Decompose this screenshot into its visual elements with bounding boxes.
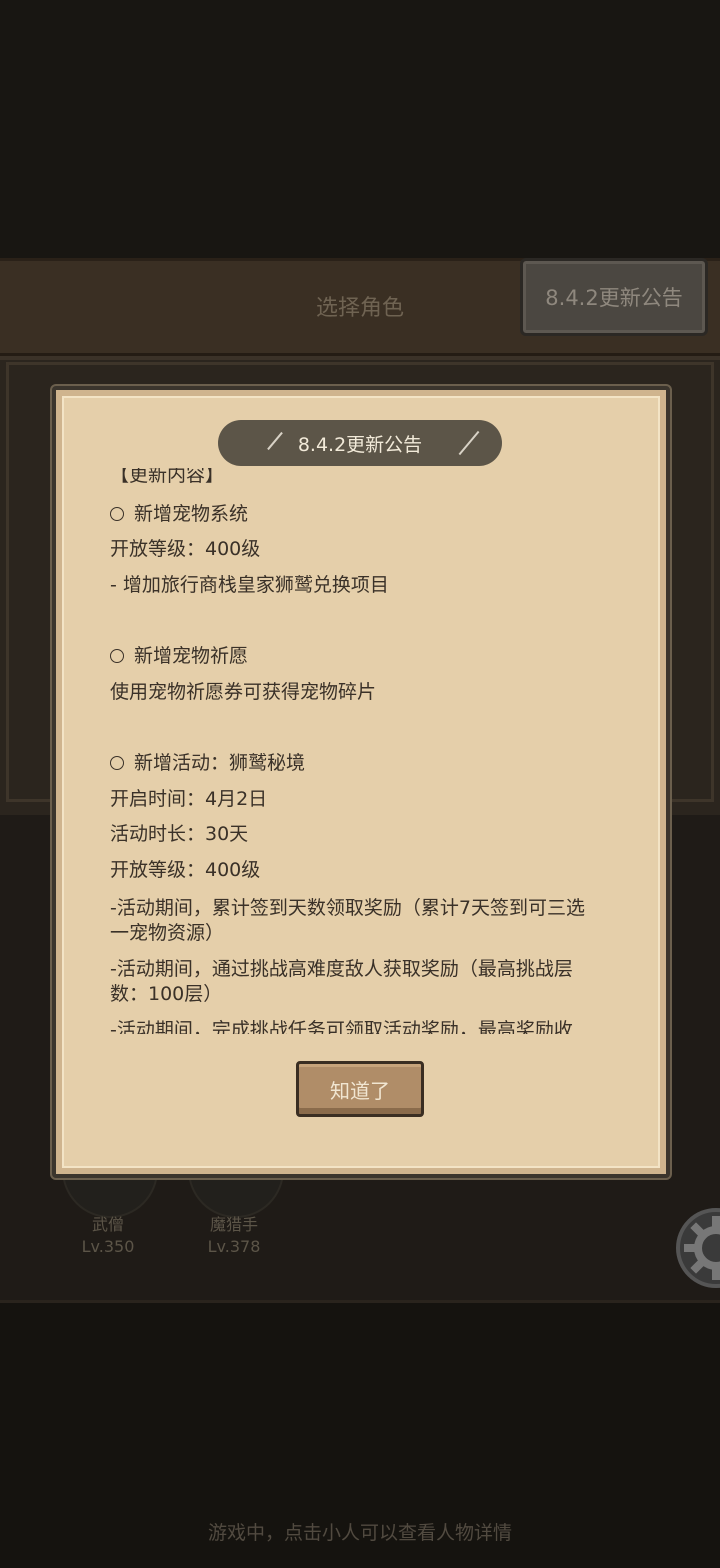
bullet-circle-icon <box>110 756 124 770</box>
content-line: -活动期间，完成挑战任务可领取活动奖励，最高奖励收 <box>110 1019 573 1034</box>
scratch-decoration <box>458 430 480 456</box>
bullet-circle-icon <box>110 507 124 521</box>
character-name: 武僧 <box>91 1215 124 1234</box>
dialog-title: 8.4.2更新公告 <box>218 420 502 466</box>
content-line: 新增活动：狮鹫秘境 <box>110 750 305 776</box>
content-line: 新增宠物系统 <box>110 501 248 527</box>
bullet-circle-icon <box>110 649 124 663</box>
content-line: 使用宠物祈愿券可获得宠物碎片 <box>110 681 377 703</box>
character-hunter[interactable]: 魔猎手 Lv.378 <box>196 1214 272 1258</box>
content-line: 活动时长：30天 <box>110 823 249 845</box>
character-level: Lv.378 <box>207 1237 261 1256</box>
content-line: -活动期间，通过挑战高难度敌人获取奖励（最高挑战层 <box>110 958 573 980</box>
content-line: 开放等级：400级 <box>110 859 261 881</box>
scratch-decoration <box>267 431 283 451</box>
content-line: 一宠物资源） <box>110 922 225 944</box>
content-line: 新增宠物祈愿 <box>110 643 248 669</box>
character-monk[interactable]: 武僧 Lv.350 <box>70 1214 146 1258</box>
top-area <box>0 0 720 258</box>
character-level: Lv.350 <box>81 1237 135 1256</box>
notice-button[interactable]: 8.4.2更新公告 <box>520 258 708 336</box>
content-line: 开启时间：4月2日 <box>110 788 268 810</box>
notice-content[interactable]: 【更新内容】 新增宠物系统 开放等级：400级 - 增加旅行商栈皇家狮鹫兑换项目… <box>110 468 620 1034</box>
dialog-title-text: 8.4.2更新公告 <box>297 433 423 456</box>
character-name: 魔猎手 <box>209 1215 258 1234</box>
content-line: 开放等级：400级 <box>110 538 261 560</box>
content-heading: 【更新内容】 <box>110 468 225 486</box>
gear-icon <box>684 1216 720 1280</box>
bottom-hint: 游戏中，点击小人可以查看人物详情 <box>207 1522 512 1544</box>
ok-button[interactable]: 知道了 <box>296 1061 424 1117</box>
content-line: 数：100层） <box>110 983 223 1005</box>
content-line: - 增加旅行商栈皇家狮鹫兑换项目 <box>110 574 389 596</box>
content-line: -活动期间，累计签到天数领取奖励（累计7天签到可三选 <box>110 897 585 919</box>
